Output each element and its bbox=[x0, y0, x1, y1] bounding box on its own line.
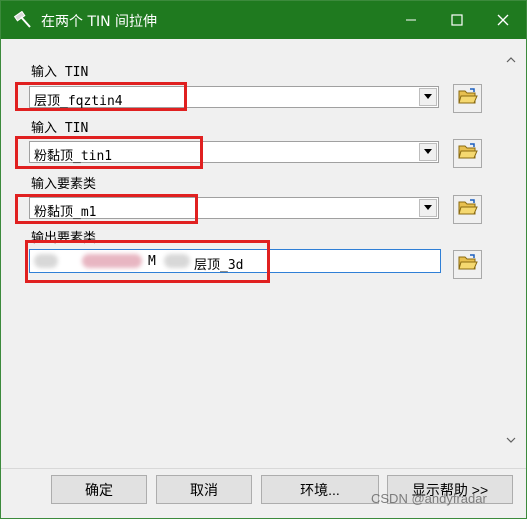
open-folder-icon bbox=[457, 199, 478, 220]
redacted-text bbox=[34, 254, 58, 268]
maximize-icon bbox=[451, 11, 463, 30]
dialog-content: 输入 TIN 层顶_fqztin4 输入 TIN 粉黏顶_tin1 输入要素类 … bbox=[1, 39, 526, 518]
browse-button-tin-1[interactable] bbox=[453, 84, 482, 113]
input-tin-2-value: 粉黏顶_tin1 bbox=[34, 149, 113, 164]
browse-button-tin-2[interactable] bbox=[453, 139, 482, 168]
hammer-icon bbox=[13, 10, 33, 29]
browse-button-feature-class[interactable] bbox=[453, 195, 482, 224]
open-folder-icon bbox=[457, 254, 478, 275]
output-feature-class-value: 层顶_3d bbox=[194, 258, 244, 273]
input-tin-1-value: 层顶_fqztin4 bbox=[34, 94, 123, 109]
dropdown-arrow-icon[interactable] bbox=[419, 199, 437, 217]
scroll-up-button[interactable] bbox=[502, 49, 519, 66]
chevron-up-icon bbox=[506, 48, 516, 67]
title-bar[interactable]: 在两个 TIN 间拉伸 bbox=[1, 1, 526, 39]
dropdown-arrow-icon[interactable] bbox=[419, 143, 437, 161]
cancel-button[interactable]: 取消 bbox=[156, 475, 252, 504]
open-folder-icon bbox=[457, 143, 478, 164]
input-feature-class-combo[interactable]: 粉黏顶_m1 bbox=[29, 197, 439, 220]
redacted-text bbox=[82, 254, 142, 268]
input-tin-2-label: 输入 TIN bbox=[31, 121, 89, 136]
dialog-window: 在两个 TIN 间拉伸 输入 TIN 层顶_fqztin4 输入 TIN 粉黏顶… bbox=[0, 0, 527, 519]
output-feature-class-input[interactable]: M 层顶_3d bbox=[29, 249, 441, 273]
input-tin-1-label: 输入 TIN bbox=[31, 65, 89, 80]
output-prefix-char: M bbox=[148, 254, 156, 269]
maximize-button[interactable] bbox=[434, 1, 480, 39]
input-tin-1-combo[interactable]: 层顶_fqztin4 bbox=[29, 86, 439, 109]
vertical-scrollbar[interactable] bbox=[502, 49, 519, 467]
minimize-button[interactable] bbox=[388, 1, 434, 39]
output-feature-class-label: 输出要素类 bbox=[31, 231, 97, 246]
environments-button[interactable]: 环境... bbox=[261, 475, 379, 504]
input-feature-class-value: 粉黏顶_m1 bbox=[34, 205, 97, 220]
input-feature-class-label: 输入要素类 bbox=[31, 177, 97, 192]
input-tin-2-combo[interactable]: 粉黏顶_tin1 bbox=[29, 141, 439, 164]
chevron-down-icon bbox=[506, 428, 516, 447]
watermark-text: CSDN @andyfradar bbox=[371, 491, 487, 506]
close-button[interactable] bbox=[480, 1, 526, 39]
minimize-icon bbox=[405, 11, 417, 30]
window-title: 在两个 TIN 间拉伸 bbox=[41, 14, 158, 30]
ok-button[interactable]: 确定 bbox=[51, 475, 147, 504]
browse-button-output[interactable] bbox=[453, 250, 482, 279]
close-icon bbox=[497, 11, 509, 30]
scroll-down-button[interactable] bbox=[502, 429, 519, 446]
dropdown-arrow-icon[interactable] bbox=[419, 88, 437, 106]
open-folder-icon bbox=[457, 88, 478, 109]
redacted-text bbox=[164, 254, 190, 268]
button-divider bbox=[1, 468, 526, 469]
